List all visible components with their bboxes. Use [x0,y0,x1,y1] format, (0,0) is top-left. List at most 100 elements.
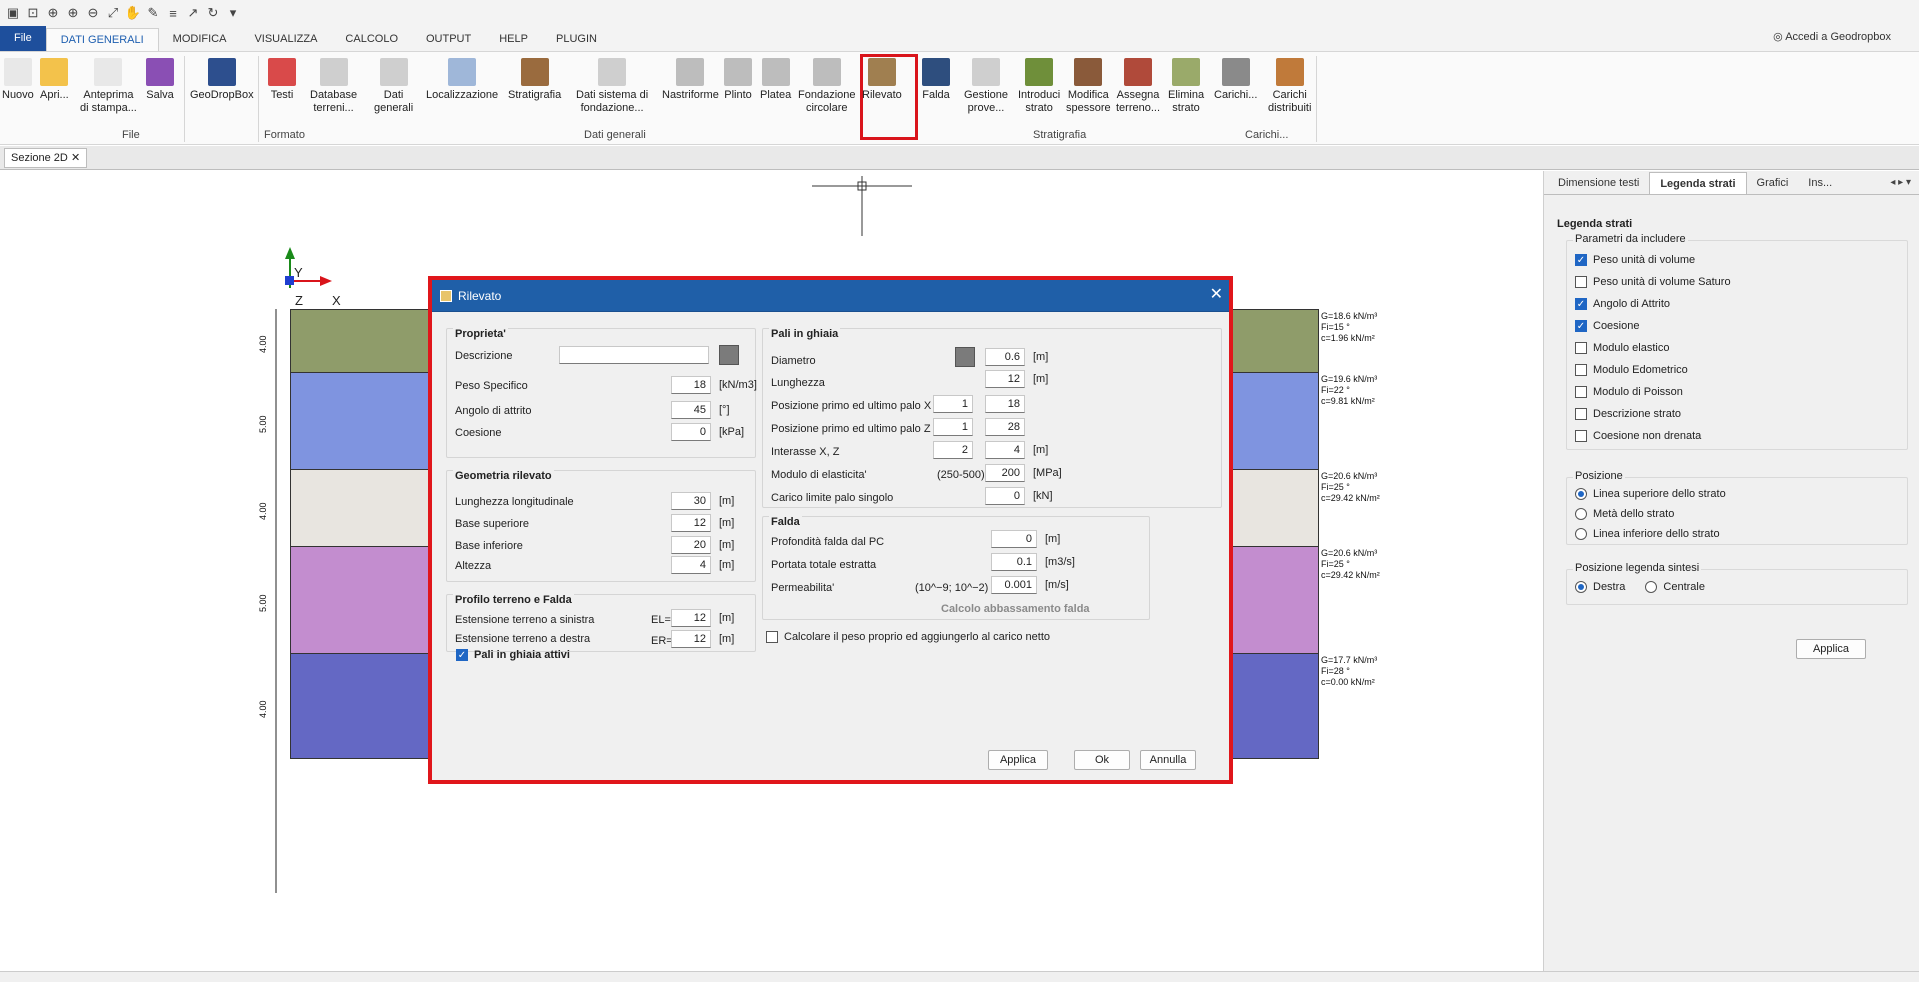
side-tab-2[interactable]: Grafici [1747,172,1799,194]
tab-calcolo[interactable]: CALCOLO [331,28,412,51]
ribbon-button-plinto[interactable]: Plinto [724,58,752,102]
profondita-falda-input[interactable]: 0 [991,530,1037,548]
ribbon-button-platea[interactable]: Platea [760,58,791,102]
zoom-out-icon[interactable]: ⊖ [84,4,102,22]
tab-sezione-2d[interactable]: Sezione 2D ✕ [4,148,88,168]
side-tab-1[interactable]: Legenda strati [1649,172,1747,194]
synth-radio[interactable]: Destra [1575,576,1625,598]
ok-button[interactable]: Ok [1074,750,1130,770]
param-checkbox[interactable]: Descrizione strato [1575,403,1731,425]
coesione-input[interactable]: 0 [671,423,711,441]
ribbon-button-falda[interactable]: Falda [922,58,950,102]
preview-icon[interactable]: ⊡ [24,4,42,22]
ribbon-button-rilevato[interactable]: Rilevato [862,58,902,102]
ribbon-button-elimina[interactable]: Elimina strato [1168,58,1204,115]
carico-limite-input[interactable]: 0 [985,487,1025,505]
palo-z-last-input[interactable]: 28 [985,418,1025,436]
dialog-apply-button[interactable]: Applica [988,750,1048,770]
tab-help[interactable]: HELP [485,28,542,51]
side-tab-0[interactable]: Dimensione testi [1548,172,1649,194]
diametro-input[interactable]: 0.6 [985,348,1025,366]
ribbon-button-gestione[interactable]: Gestione prove... [964,58,1008,115]
param-checkbox[interactable]: Modulo di Poisson [1575,381,1731,403]
ribbon-button-localizzazione[interactable]: Localizzazione [426,58,498,102]
base-superiore-input[interactable]: 12 [671,514,711,532]
ribbon-button-nastriforme[interactable]: Nastriforme [662,58,719,102]
layer-thickness: 5.00 [258,414,268,433]
tab-scroll-arrows[interactable]: ◂ ▸ ▾ [1890,177,1911,188]
ribbon-button-introduci[interactable]: Introduci strato [1018,58,1060,115]
altezza-input[interactable]: 4 [671,556,711,574]
ribbon-button-database[interactable]: Database terreni... [310,58,357,115]
ribbon-button-nuovo[interactable]: Nuovo [2,58,34,102]
tab-dati-generali[interactable]: DATI GENERALI [45,28,159,51]
ribbon-button-geodropbox[interactable]: GeoDropBox [190,58,254,102]
position-radio[interactable]: Linea superiore dello strato [1575,484,1726,504]
side-apply-button[interactable]: Applica [1796,639,1866,659]
close-icon[interactable]: ✕ [71,152,80,164]
tab-file[interactable]: File [0,26,46,51]
ribbon-button-dati-sistema-di[interactable]: Dati sistema di fondazione... [576,58,648,115]
ribbon-button-dati[interactable]: Dati generali [374,58,413,115]
ribbon-button-apri[interactable]: Apri... [40,58,69,102]
palo-x-first-input[interactable]: 1 [933,395,973,413]
portata-input[interactable]: 0.1 [991,553,1037,571]
descrizione-input[interactable] [559,346,709,364]
angolo-attrito-input[interactable]: 45 [671,401,711,419]
modulo-elasticita-input[interactable]: 200 [985,464,1025,482]
position-radio[interactable]: Linea inferiore dello strato [1575,524,1726,544]
ribbon-button-anteprima[interactable]: Anteprima di stampa... [80,58,137,115]
permeabilita-input[interactable]: 0.001 [991,576,1037,594]
ribbon-button-carichi[interactable]: Carichi... [1214,58,1257,102]
palo-z-first-input[interactable]: 1 [933,418,973,436]
interasse-x-input[interactable]: 2 [933,441,973,459]
ribbon-button-fondazione[interactable]: Fondazione circolare [798,58,856,115]
ribbon-button-salva[interactable]: Salva [146,58,174,102]
layers-icon[interactable]: ≡ [164,4,182,22]
save-icon[interactable]: ▣ [4,4,22,22]
interasse-z-input[interactable]: 4 [985,441,1025,459]
lunghezza-pali-input[interactable]: 12 [985,370,1025,388]
base-inferiore-input[interactable]: 20 [671,536,711,554]
param-checkbox[interactable]: ✓ Coesione [1575,315,1731,337]
ribbon-button-carichi[interactable]: Carichi distribuiti [1268,58,1311,115]
estensione-destra-input[interactable]: 12 [671,630,711,648]
tab-visualizza[interactable]: VISUALIZZA [240,28,331,51]
pali-color-swatch[interactable] [955,347,975,367]
close-icon[interactable]: ✕ [1210,284,1223,304]
param-checkbox[interactable]: ✓ Angolo di Attrito [1575,293,1731,315]
param-checkbox[interactable]: Modulo elastico [1575,337,1731,359]
tab-modifica[interactable]: MODIFICA [159,28,241,51]
geodropbox-login[interactable]: ◎ Accedi a Geodropbox [1773,30,1891,43]
palo-x-last-input[interactable]: 18 [985,395,1025,413]
ribbon-button-modifica[interactable]: Modifica spessore [1066,58,1111,115]
cancel-button[interactable]: Annulla [1140,750,1196,770]
edit-icon[interactable]: ✎ [144,4,162,22]
side-tab-3[interactable]: Ins... [1798,172,1842,194]
peso-specifico-input[interactable]: 18 [671,376,711,394]
synth-radio[interactable]: Centrale [1645,576,1705,598]
color-swatch[interactable] [719,345,739,365]
pan-hand-icon[interactable]: ✋ [124,4,142,22]
position-radio[interactable]: Metà dello strato [1575,504,1726,524]
param-checkbox[interactable]: Peso unità di volume Saturo [1575,271,1731,293]
param-checkbox[interactable]: Modulo Edometrico [1575,359,1731,381]
lunghezza-input[interactable]: 30 [671,492,711,510]
zoom-in-icon[interactable]: ⊕ [64,4,82,22]
zoom-window-icon[interactable]: ⊕ [44,4,62,22]
redo-icon[interactable]: ↻ [204,4,222,22]
peso-proprio-checkbox[interactable]: Calcolare il peso proprio ed aggiungerlo… [766,626,1050,648]
estensione-sinistra-input[interactable]: 12 [671,609,711,627]
tab-output[interactable]: OUTPUT [412,28,485,51]
ribbon-button-assegna[interactable]: Assegna terreno... [1116,58,1160,115]
zoom-extents-icon[interactable]: ⤢ [104,4,122,22]
param-checkbox[interactable]: ✓ Peso unità di volume [1575,249,1731,271]
tab-plugin[interactable]: PLUGIN [542,28,611,51]
ribbon-button-stratigrafia[interactable]: Stratigrafia [508,58,561,102]
arrow-icon[interactable]: ↗ [184,4,202,22]
customize-icon[interactable]: ▾ [224,4,242,22]
param-checkbox[interactable]: Coesione non drenata [1575,425,1731,447]
pali-attivi-checkbox[interactable]: ✓ Pali in ghiaia attivi [456,644,570,666]
calcolo-abbassamento-button[interactable]: Calcolo abbassamento falda [941,603,1090,615]
ribbon-button-testi[interactable]: Testi [268,58,296,102]
